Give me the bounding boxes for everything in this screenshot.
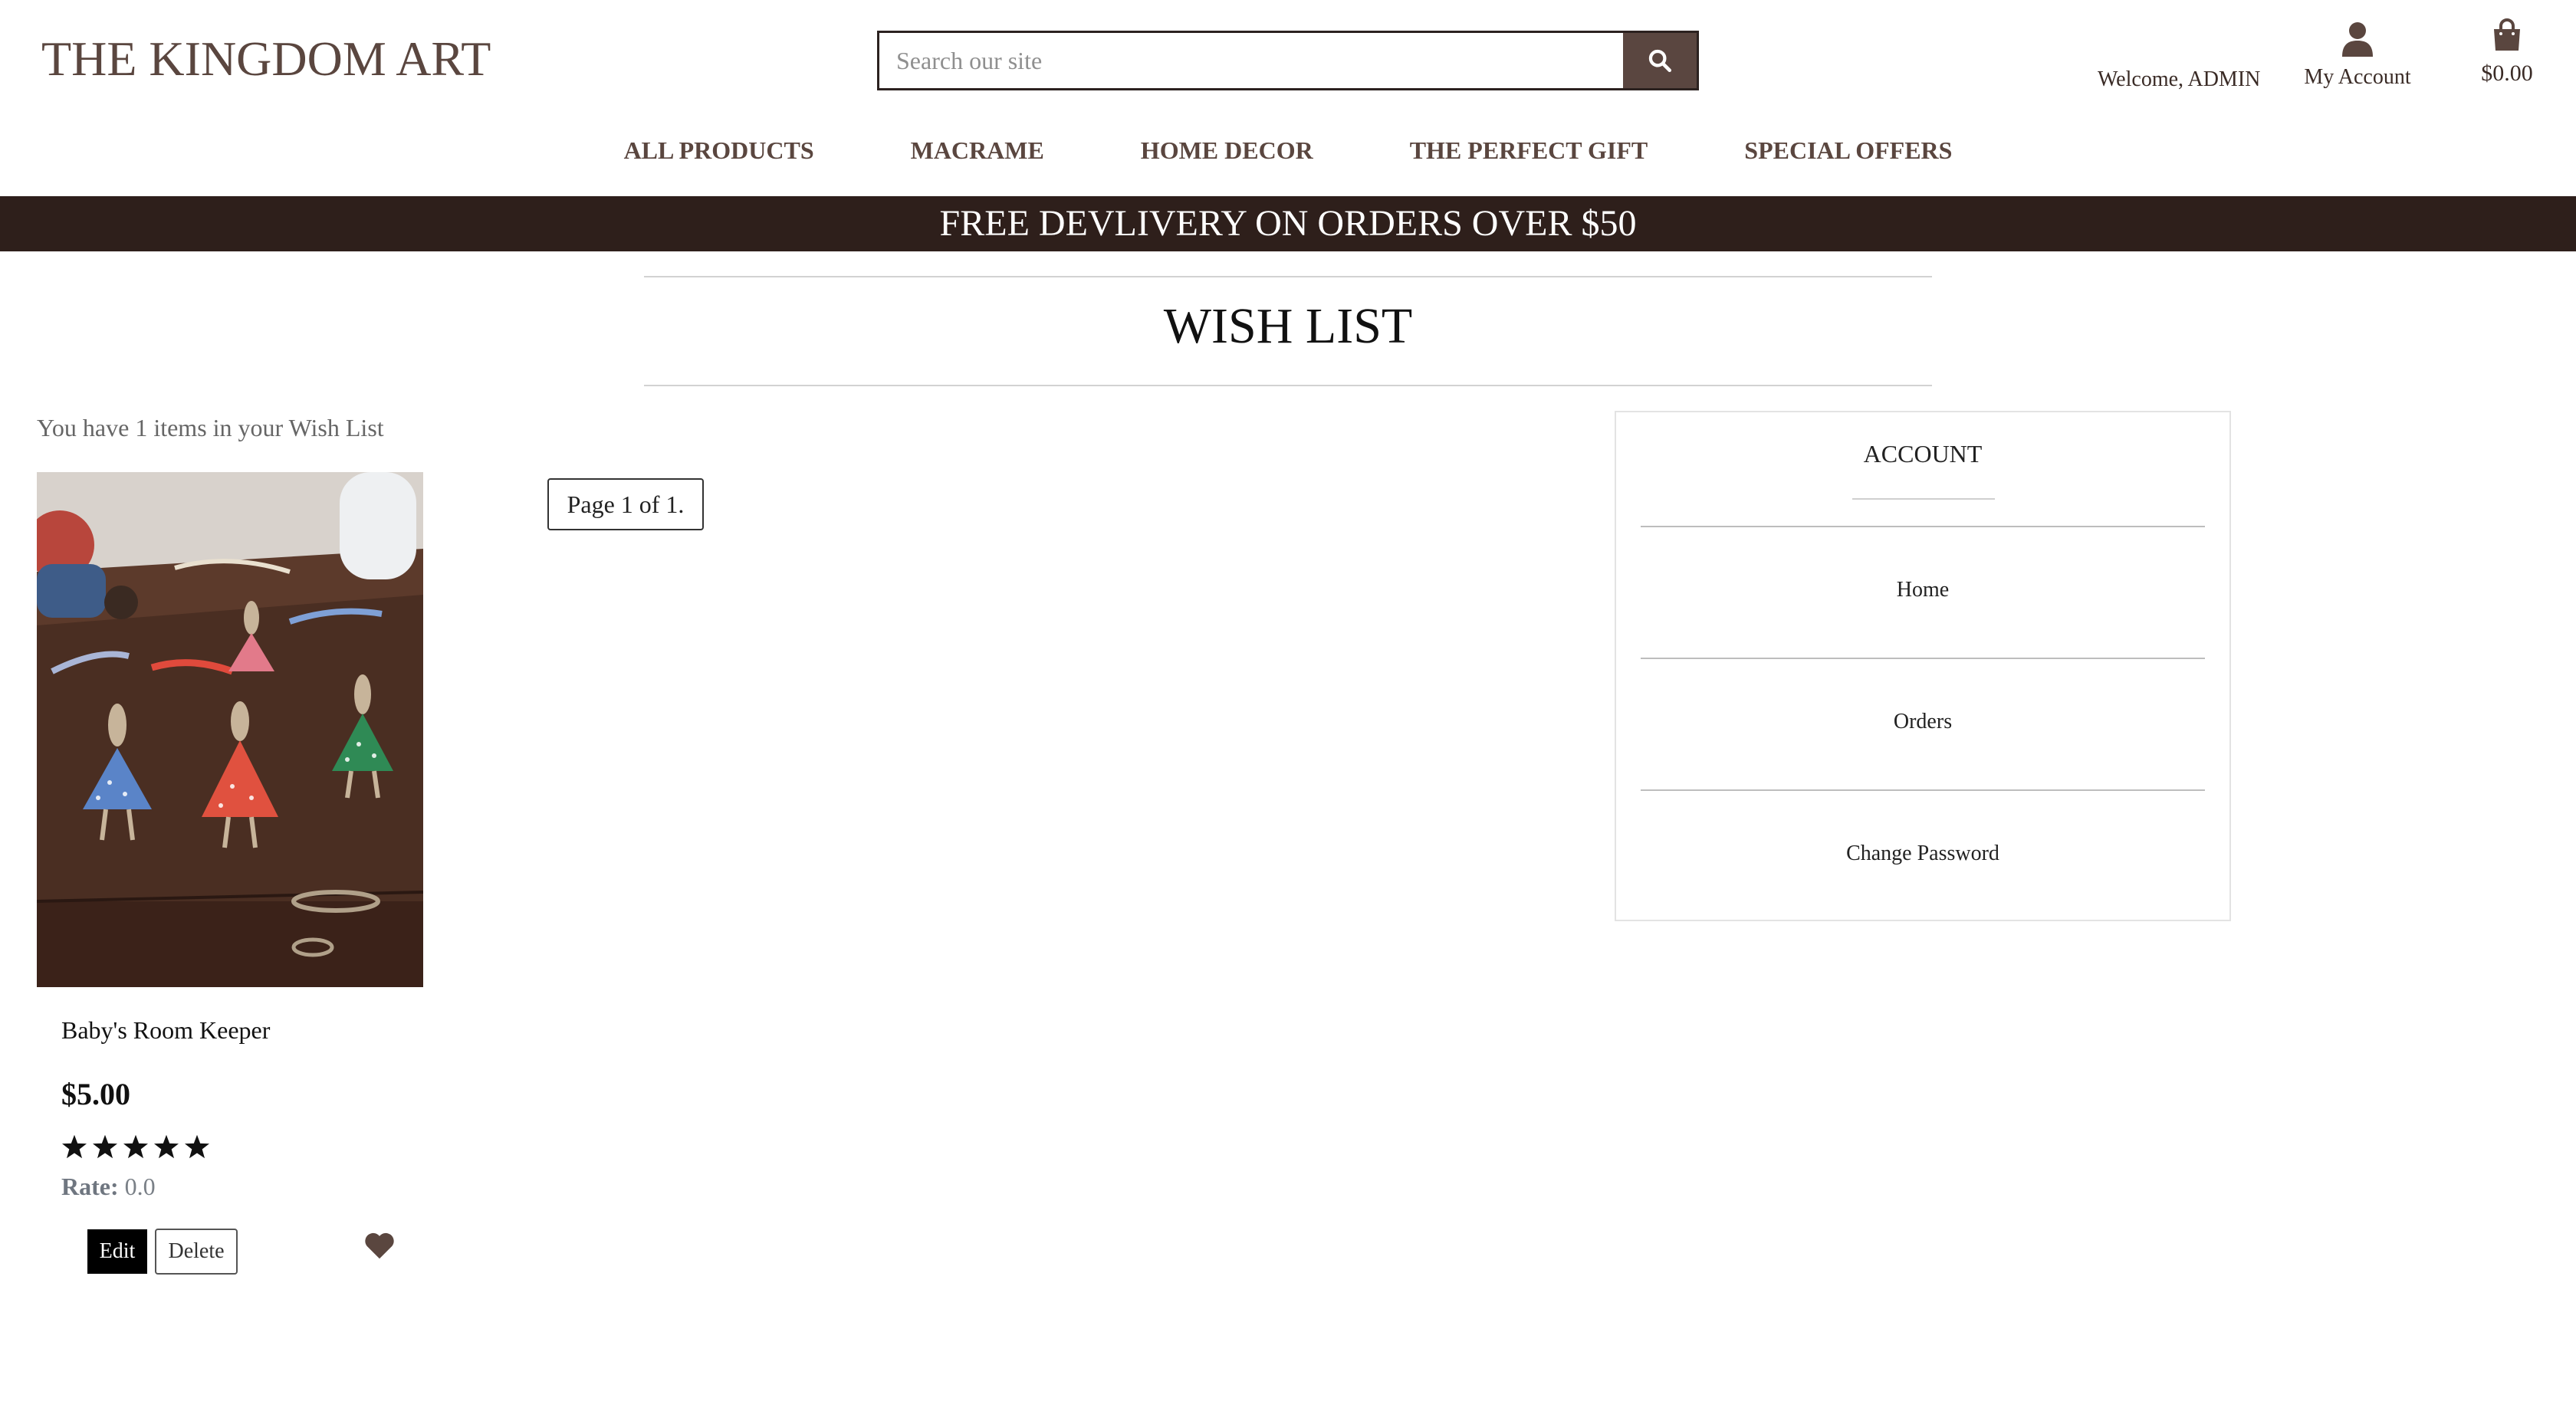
star-icon [154,1134,179,1159]
product-price: $5.00 [61,1077,130,1111]
divider [1641,658,2205,659]
cart-total: $0.00 [2481,61,2533,86]
shopping-bag-icon [2494,18,2520,51]
divider [644,276,1932,277]
user-icon [2342,22,2373,57]
page-title: WISH LIST [1163,298,1413,354]
account-panel: ACCOUNT Home Orders Change Password [1615,411,2231,921]
wishlist-count: You have 1 items in your Wish List [37,414,384,441]
rate-value: 0.0 [124,1173,156,1200]
search-input[interactable] [879,33,1623,88]
delete-button[interactable]: Delete [155,1229,238,1275]
search-bar [877,31,1699,90]
rate-label: Rate: [61,1173,119,1200]
star-icon [93,1134,117,1159]
divider [1641,526,2205,527]
star-icon [123,1134,148,1159]
search-button[interactable] [1623,33,1697,88]
my-account-link[interactable]: My Account [2303,21,2412,90]
main-nav: ALL PRODUCTS MACRAME HOME DECOR THE PERF… [0,136,2576,165]
account-link-change-password[interactable]: Change Password [1616,842,2229,866]
nav-home-decor[interactable]: HOME DECOR [1092,136,1362,165]
promo-banner: FREE DEVLIVERY ON ORDERS OVER $50 [0,196,2576,251]
cart-link[interactable]: $0.00 [2473,18,2541,87]
account-panel-title: ACCOUNT [1863,440,1983,468]
heart-icon[interactable] [363,1231,396,1264]
pagination: Page 1 of 1. [547,478,704,530]
welcome-text: Welcome, ADMIN [2098,67,2261,91]
divider [644,385,1932,386]
nav-macrame[interactable]: MACRAME [863,136,1092,165]
my-account-label: My Account [2304,65,2411,89]
product-image[interactable] [37,472,423,987]
account-link-home[interactable]: Home [1616,578,2229,602]
nav-special-offers[interactable]: SPECIAL OFFERS [1696,136,2000,165]
star-icon [185,1134,209,1159]
nav-perfect-gift[interactable]: THE PERFECT GIFT [1362,136,1697,165]
star-icon [62,1134,87,1159]
product-name[interactable]: Baby's Room Keeper [61,1016,270,1045]
divider [1852,498,1995,500]
edit-button[interactable]: Edit [87,1229,147,1274]
nav-all-products[interactable]: ALL PRODUCTS [576,136,863,165]
account-link-orders[interactable]: Orders [1616,710,2229,734]
product-rate: Rate: 0.0 [61,1173,156,1201]
search-icon [1648,49,1672,73]
site-logo[interactable]: THE KINGDOM ART [41,31,491,87]
star-rating [61,1134,210,1159]
divider [1641,789,2205,791]
